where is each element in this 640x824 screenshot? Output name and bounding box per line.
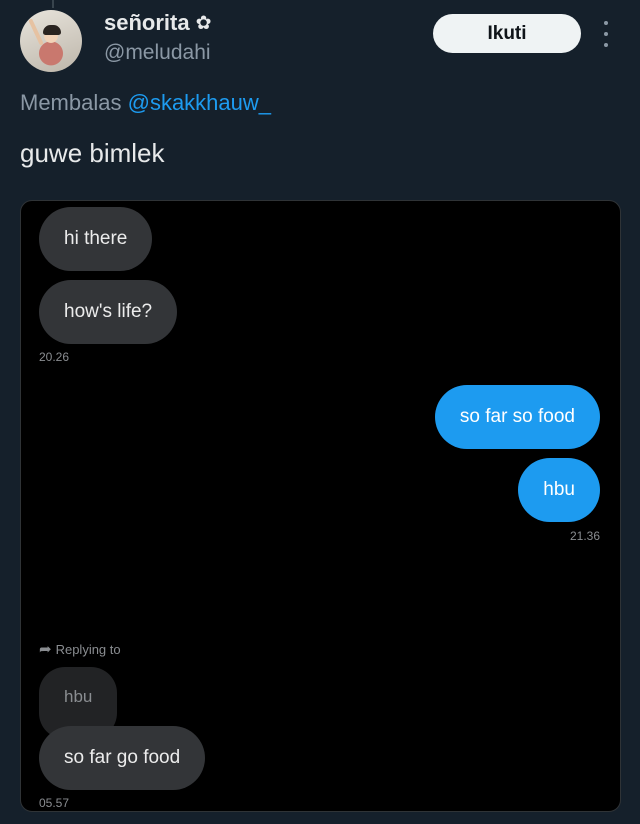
avatar[interactable]: [20, 10, 82, 72]
reply-prefix: Membalas: [20, 90, 122, 115]
thread-line: [52, 0, 54, 8]
display-name[interactable]: señorita ✿: [104, 10, 212, 36]
tweet-media-screenshot[interactable]: hi there how's life? 20.26 so far so foo…: [20, 200, 621, 812]
chat-bubble-incoming: how's life?: [39, 280, 178, 344]
reply-mention-link[interactable]: @skakkhauw_: [128, 90, 271, 115]
display-name-text: señorita: [104, 10, 190, 35]
chat-timestamp: 21.36: [569, 529, 600, 543]
chat-bubble-incoming: so far go food: [39, 726, 206, 790]
follow-button[interactable]: Ikuti: [433, 14, 581, 53]
reply-context: Membalas @skakkhauw_: [20, 90, 271, 116]
more-options-icon[interactable]: [600, 21, 612, 47]
replying-to-label: ➦ Replying to: [39, 640, 121, 658]
flower-icon: ✿: [195, 12, 212, 34]
chat-bubble-outgoing: so far so food: [434, 385, 600, 449]
chat-bubble-incoming: hi there: [39, 207, 153, 271]
user-handle[interactable]: @meludahi: [104, 41, 211, 65]
chat-bubble-outgoing: hbu: [518, 458, 600, 522]
reply-arrow-icon: ➦: [39, 641, 52, 658]
chat-timestamp: 05.57: [39, 796, 70, 810]
tweet-text: guwe bimlek: [20, 138, 165, 168]
chat-timestamp: 20.26: [39, 350, 70, 364]
replying-to-text: Replying to: [55, 641, 121, 657]
